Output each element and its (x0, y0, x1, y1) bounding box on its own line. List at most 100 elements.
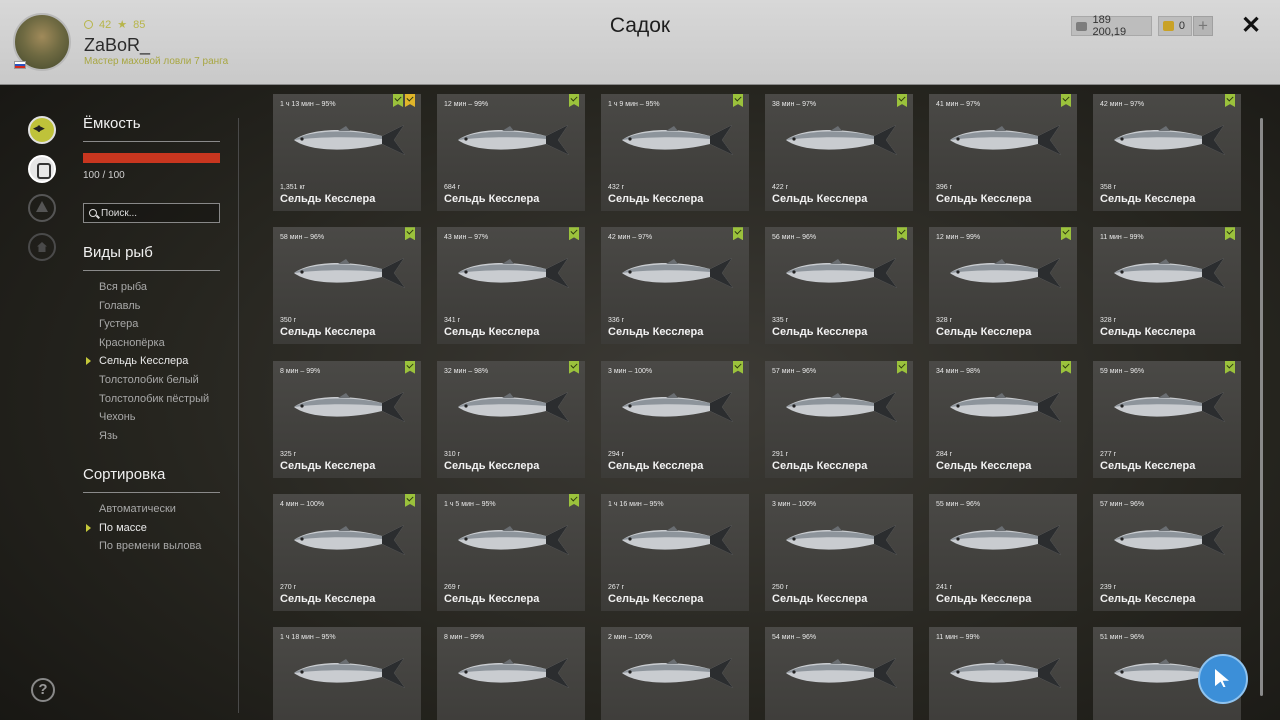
inventory-tab-icon[interactable] (28, 155, 56, 183)
fish-image (622, 524, 733, 555)
search-input[interactable] (101, 207, 211, 219)
sort-item[interactable]: Автоматически (83, 500, 201, 519)
fish-card[interactable]: 1 ч 18 мин – 95% (273, 627, 421, 720)
fish-card[interactable]: 55 мин – 96% 241 г Сельдь Кесслера (929, 493, 1077, 611)
fish-name: Сельдь Кесслера (936, 459, 1032, 472)
species-item[interactable]: Краснопёрка (83, 334, 209, 353)
fish-card[interactable]: 12 мин – 99% 328 г Сельдь Кесслера (929, 227, 1077, 345)
trophy-badge-icon (569, 94, 579, 107)
catch-time: 12 мин – 99% (444, 101, 489, 108)
fish-weight: 396 г (936, 184, 953, 191)
species-item[interactable]: Толстолобик белый (83, 371, 209, 390)
add-gold-button[interactable]: + (1193, 16, 1213, 36)
fish-card[interactable]: 59 мин – 96% 277 г Сельдь Кесслера (1093, 360, 1241, 478)
fish-name: Сельдь Кесслера (936, 326, 1032, 339)
fish-image (786, 524, 897, 555)
fish-image (1114, 125, 1225, 155)
fish-card[interactable]: 12 мин – 99% 684 г Сельдь Кесслера (437, 94, 585, 211)
fish-card[interactable]: 8 мин – 99% 325 г Сельдь Кесслера (273, 360, 421, 478)
unique-badge-icon (405, 94, 415, 107)
fish-image (294, 125, 405, 155)
fish-image (622, 258, 733, 289)
fish-weight: 432 г (608, 184, 625, 191)
fish-card[interactable]: 38 мин – 97% 422 г Сельдь Кесслера (765, 94, 913, 211)
catch-time: 3 мин – 100% (772, 500, 817, 508)
species-item[interactable]: Толстолобик пёстрый (83, 390, 209, 409)
fish-card[interactable]: 56 мин – 96% 335 г Сельдь Кесслера (765, 227, 913, 345)
fish-card[interactable]: 42 мин – 97% 358 г Сельдь Кесслера (1093, 94, 1241, 211)
trophy-badge-icon (897, 227, 907, 241)
fish-card[interactable]: 1 ч 13 мин – 95% 1,351 кг Сельдь Кесслера (273, 94, 421, 211)
camp-tab-icon[interactable] (28, 194, 56, 222)
fish-card[interactable]: 2 мин – 100% (601, 627, 749, 720)
species-item[interactable]: Сельдь Кесслера (83, 352, 209, 371)
fish-image (458, 524, 569, 555)
flag-icon (14, 61, 26, 69)
trophy-badge-icon (733, 227, 743, 241)
species-item[interactable]: Густера (83, 315, 209, 334)
species-item[interactable]: Голавль (83, 297, 209, 316)
catch-time: 34 мин – 98% (936, 367, 981, 375)
scrollbar[interactable] (1260, 118, 1263, 696)
fish-card[interactable]: 3 мин – 100% 250 г Сельдь Кесслера (765, 493, 913, 611)
species-item[interactable]: Язь (83, 427, 209, 446)
capacity-title: Ёмкость (83, 115, 141, 132)
fish-name: Сельдь Кесслера (772, 592, 868, 605)
fish-card[interactable]: 54 мин – 96% (765, 627, 913, 720)
fish-weight: 1,351 кг (280, 184, 306, 191)
silver-icon (1076, 21, 1088, 31)
fish-card[interactable]: 34 мин – 98% 284 г Сельдь Кесслера (929, 360, 1077, 478)
sort-item[interactable]: По времени вылова (83, 537, 201, 556)
fish-card[interactable]: 42 мин – 97% 336 г Сельдь Кесслера (601, 227, 749, 345)
fish-card[interactable]: 11 мин – 99% 328 г Сельдь Кесслера (1093, 227, 1241, 345)
fish-name: Сельдь Кесслера (772, 193, 868, 205)
trophy-badge-icon (1061, 360, 1071, 374)
fish-name: Сельдь Кесслера (608, 326, 704, 339)
fish-weight: 684 г (444, 184, 461, 191)
fish-weight: 241 г (936, 583, 953, 591)
fish-card[interactable]: 41 мин – 97% 396 г Сельдь Кесслера (929, 94, 1077, 211)
fish-card[interactable]: 43 мин – 97% 341 г Сельдь Кесслера (437, 227, 585, 345)
species-item[interactable]: Вся рыба (83, 278, 209, 297)
catch-time: 1 ч 16 мин – 95% (608, 500, 664, 508)
fish-name: Сельдь Кесслера (608, 459, 704, 472)
fish-name: Сельдь Кесслера (608, 592, 704, 605)
search-field[interactable] (83, 203, 220, 223)
help-icon[interactable]: ? (31, 678, 55, 702)
fish-weight: 325 г (280, 450, 297, 458)
species-item[interactable]: Чехонь (83, 408, 209, 427)
fish-card[interactable]: 1 ч 16 мин – 95% 267 г Сельдь Кесслера (601, 493, 749, 611)
sort-item[interactable]: По массе (83, 519, 201, 538)
catch-time: 38 мин – 97% (772, 101, 817, 108)
fish-card[interactable]: 57 мин – 96% 239 г Сельдь Кесслера (1093, 493, 1241, 611)
sort-list: Автоматически По массе По времени вылова (83, 500, 201, 556)
fish-card[interactable]: 57 мин – 96% 291 г Сельдь Кесслера (765, 360, 913, 478)
silver-value: 189 200,19 (1092, 14, 1127, 38)
fish-card[interactable]: 32 мин – 98% 310 г Сельдь Кесслера (437, 360, 585, 478)
catch-time: 2 мин – 100% (608, 634, 653, 642)
keepnet-tab-icon[interactable] (28, 116, 56, 144)
fish-image (294, 391, 405, 422)
fish-card[interactable]: 3 мин – 100% 294 г Сельдь Кесслера (601, 360, 749, 478)
fish-card[interactable]: 4 мин – 100% 270 г Сельдь Кесслера (273, 493, 421, 611)
fish-card[interactable]: 8 мин – 99% (437, 627, 585, 720)
fish-image (294, 524, 405, 555)
catch-time: 58 мин – 96% (280, 234, 325, 242)
home-tab-icon[interactable] (28, 233, 56, 261)
fish-weight: 310 г (444, 450, 461, 458)
cursor-mode-button[interactable] (1198, 654, 1248, 704)
fish-weight: 358 г (1100, 184, 1117, 191)
header-bar: 42 ★ 85 ZaBoR_ Мастер маховой ловли 7 ра… (0, 0, 1280, 85)
fish-weight: 277 г (1100, 450, 1117, 458)
fish-card[interactable]: 1 ч 9 мин – 95% 432 г Сельдь Кесслера (601, 94, 749, 211)
fish-card[interactable]: 11 мин – 99% (929, 627, 1077, 720)
catch-time: 11 мин – 99% (936, 634, 980, 642)
fish-name: Сельдь Кесслера (1100, 459, 1196, 472)
fish-weight: 328 г (1100, 317, 1117, 325)
trophy-badge-icon (897, 360, 907, 374)
fish-card[interactable]: 58 мин – 96% 350 г Сельдь Кесслера (273, 227, 421, 345)
fish-card[interactable]: 1 ч 5 мин – 95% 269 г Сельдь Кесслера (437, 493, 585, 611)
fish-name: Сельдь Кесслера (444, 326, 540, 339)
close-icon[interactable]: ✕ (1241, 14, 1261, 38)
fish-name: Сельдь Кесслера (444, 592, 540, 605)
